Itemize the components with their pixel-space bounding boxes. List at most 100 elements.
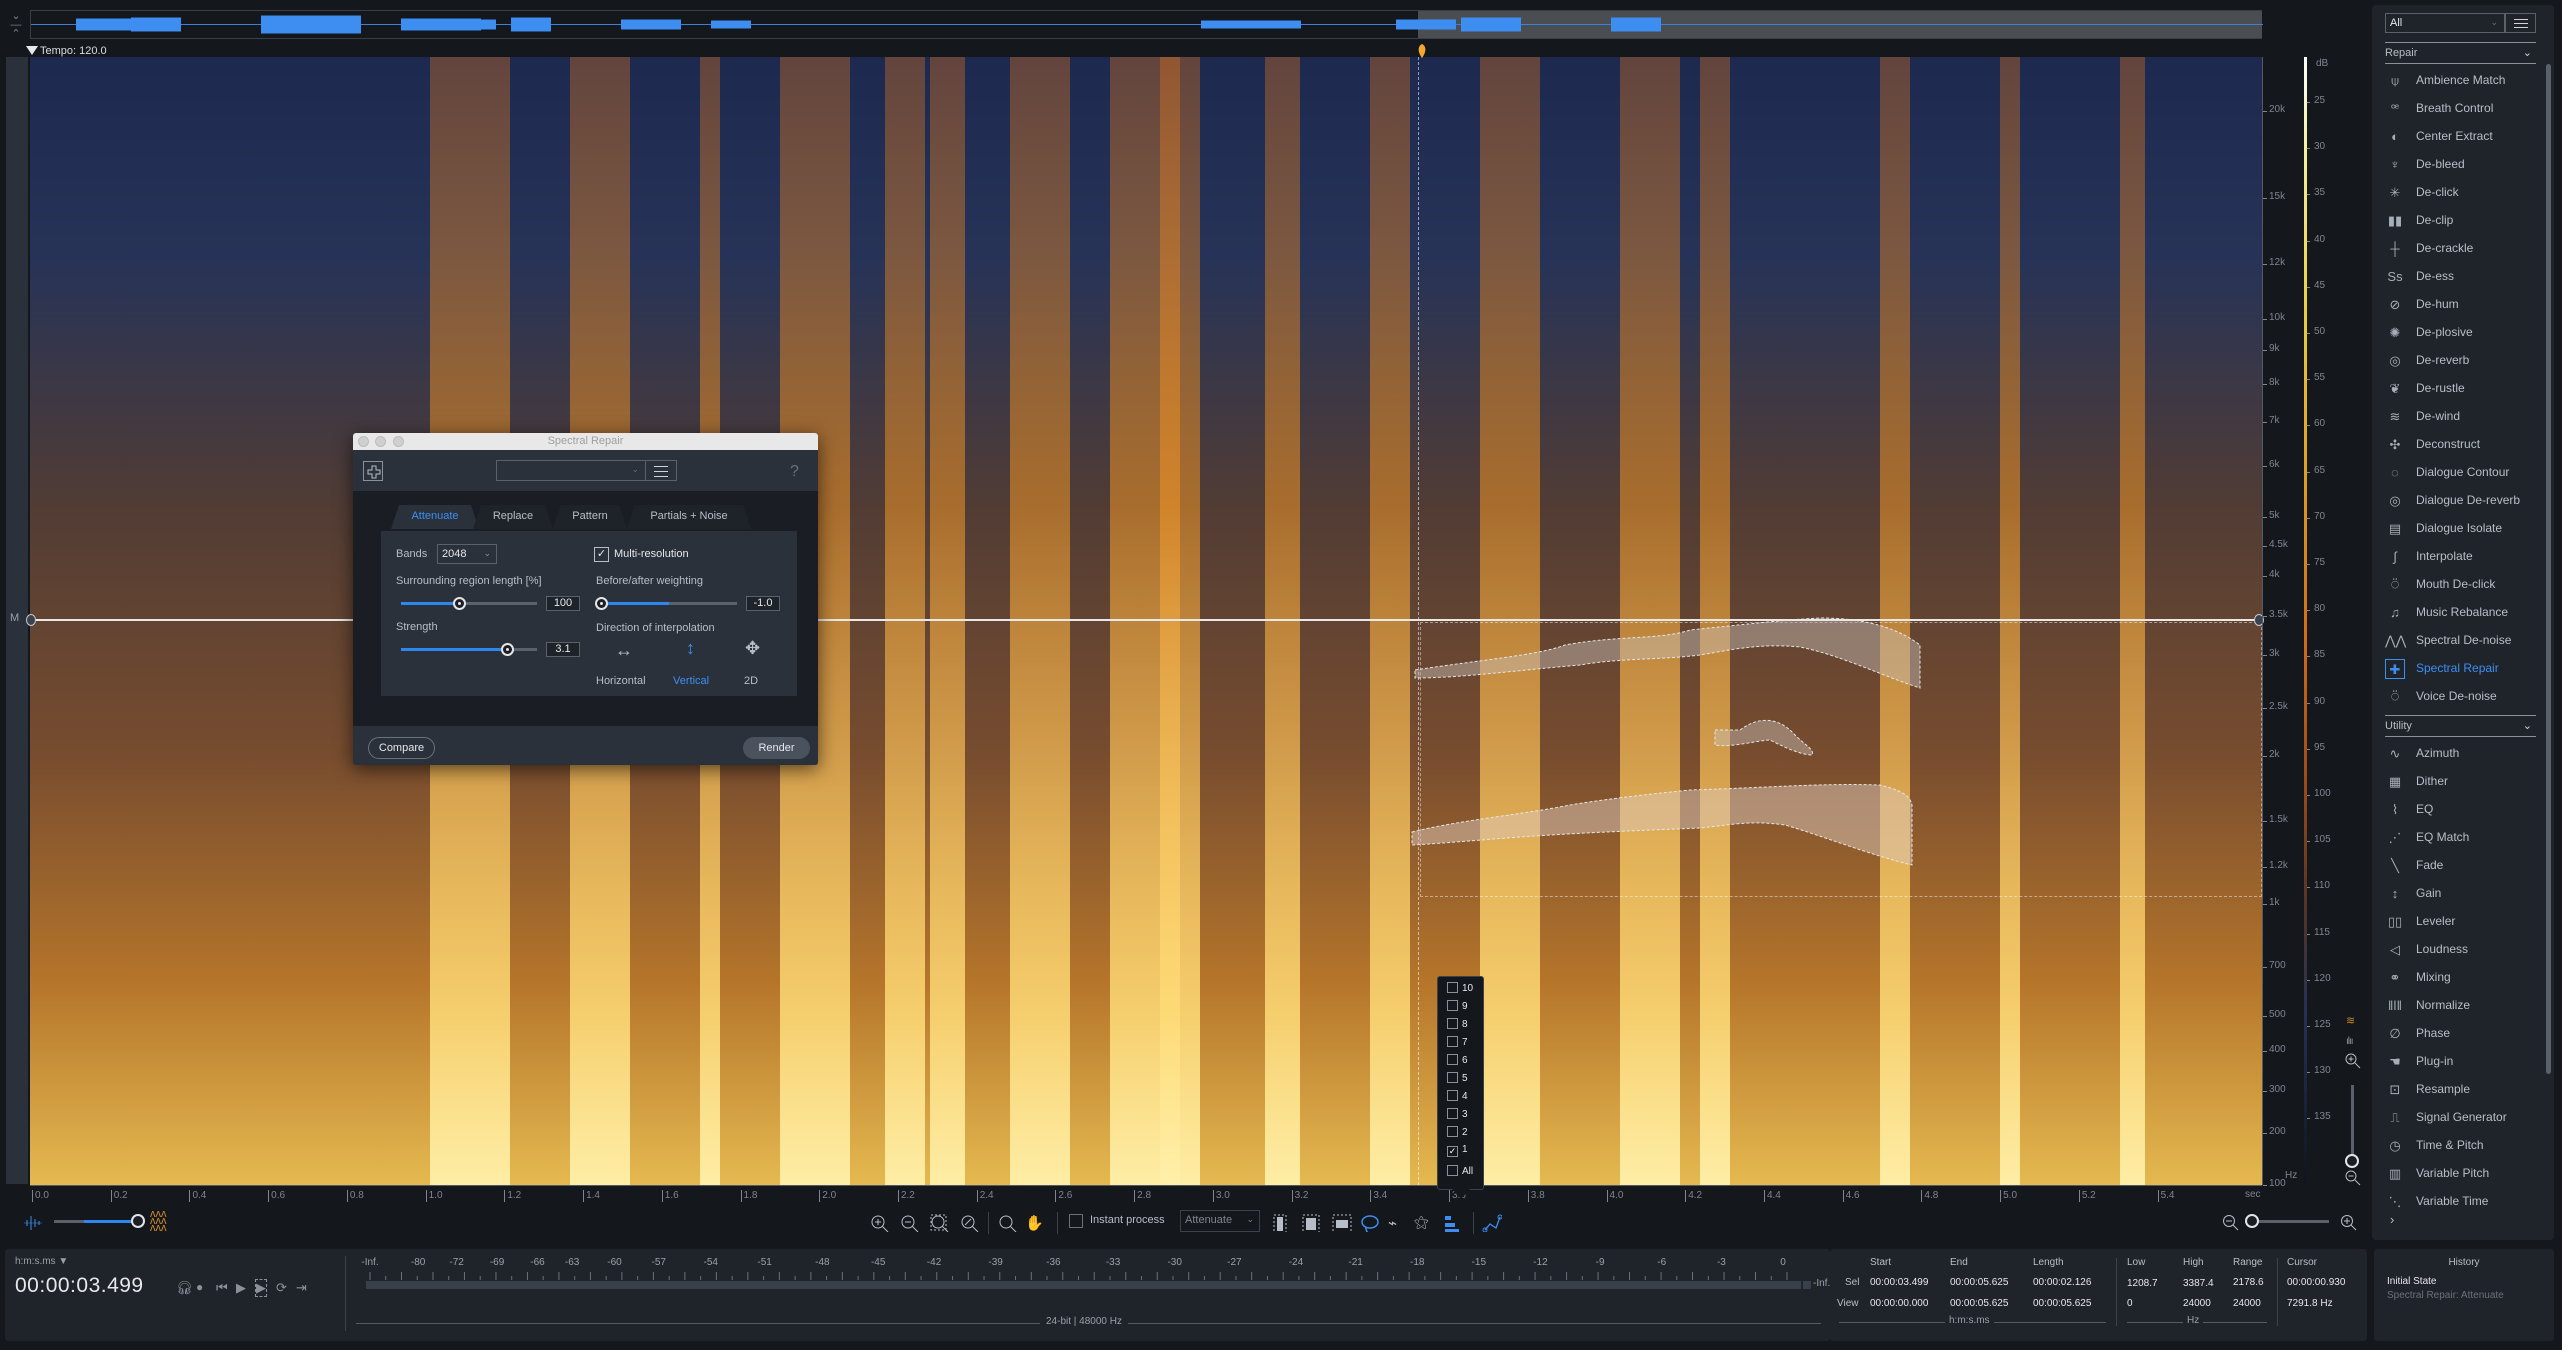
dialog-titlebar[interactable]: Spectral Repair bbox=[353, 433, 818, 450]
tab-replace[interactable]: Replace bbox=[473, 505, 553, 529]
sel-length[interactable]: 00:00:02.126 bbox=[2033, 1277, 2091, 1288]
sel-high[interactable]: 3387.4 bbox=[2183, 1278, 2214, 1289]
meter-peak-indicator[interactable] bbox=[1803, 1281, 1811, 1289]
module-item-de-plosive[interactable]: ✺ De-plosive bbox=[2385, 321, 2535, 345]
module-item-signal-generator[interactable]: ⎍ Signal Generator bbox=[2385, 1106, 2535, 1130]
module-item-eq-match[interactable]: ⋰ EQ Match bbox=[2385, 826, 2535, 850]
layer-checkbox[interactable] bbox=[1447, 1000, 1458, 1011]
magic-wand-icon[interactable]: ⚝ bbox=[1414, 1214, 1429, 1232]
module-item-eq[interactable]: ⌇ EQ bbox=[2385, 798, 2535, 822]
layer-selection-icon[interactable] bbox=[1443, 1214, 1461, 1232]
layer-option[interactable]: ✓ 1 bbox=[1447, 1144, 1468, 1158]
layer-option[interactable]: 5 bbox=[1447, 1072, 1468, 1086]
waveform-amplitude-icon[interactable] bbox=[24, 1214, 42, 1232]
frequency-selection-tool-icon[interactable] bbox=[1332, 1214, 1352, 1232]
tab-pattern[interactable]: Pattern bbox=[553, 505, 627, 529]
sel-end[interactable]: 00:00:05.625 bbox=[1950, 1277, 2008, 1288]
module-item-dialogue-contour[interactable]: ◌ Dialogue Contour bbox=[2385, 461, 2535, 485]
frequency-marker-handle-left[interactable] bbox=[26, 614, 36, 626]
module-item-de-clip[interactable]: ▮▮ De-clip bbox=[2385, 209, 2535, 233]
layer-option[interactable]: 8 bbox=[1447, 1018, 1468, 1032]
layer-option[interactable]: 2 bbox=[1447, 1126, 1468, 1140]
blend-slider-knob[interactable] bbox=[131, 1214, 145, 1228]
module-item-de-rustle[interactable]: ❦ De-rustle bbox=[2385, 377, 2535, 401]
compare-button[interactable]: Compare bbox=[368, 737, 435, 759]
go-to-start-button[interactable]: ⏮︎ bbox=[216, 1280, 228, 1296]
horizontal-arrow-icon[interactable]: ↔ bbox=[615, 640, 633, 661]
help-button[interactable]: ? bbox=[790, 463, 799, 481]
module-item-spectral-repair[interactable]: ✚ Spectral Repair bbox=[2385, 657, 2535, 681]
layer-option[interactable]: 10 bbox=[1447, 982, 1473, 996]
time-zoom-in-icon[interactable] bbox=[2340, 1214, 2358, 1232]
collapse-expand-icon[interactable]: ⌄ — ⌃ bbox=[8, 11, 24, 40]
before-after-weighting-value[interactable]: -1.0 bbox=[746, 596, 780, 611]
module-item-leveler[interactable]: ▯▯ Leveler bbox=[2385, 910, 2535, 934]
view-start[interactable]: 00:00:00.000 bbox=[1870, 1298, 1928, 1309]
module-filter-select[interactable]: All ⌄ bbox=[2385, 13, 2505, 33]
loop-button[interactable]: ⟳ bbox=[276, 1280, 287, 1296]
preset-menu-button[interactable] bbox=[646, 460, 677, 481]
layer-checkbox[interactable]: ✓ bbox=[1447, 1146, 1458, 1157]
module-item-time-pitch[interactable]: ◷ Time & Pitch bbox=[2385, 1134, 2535, 1158]
tab-partials-noise[interactable]: Partials + Noise bbox=[627, 505, 751, 529]
strength-value[interactable]: 3.1 bbox=[546, 642, 580, 657]
play-selection-button[interactable]: ▶︎ bbox=[255, 1279, 267, 1297]
layer-checkbox[interactable] bbox=[1447, 1072, 1458, 1083]
vertical-zoom-out-icon[interactable] bbox=[2345, 1170, 2361, 1186]
layer-option[interactable]: 3 bbox=[1447, 1108, 1468, 1122]
section-header-repair[interactable]: Repair ⌄ bbox=[2385, 42, 2536, 64]
brush-tool-icon[interactable]: ⌁ bbox=[1388, 1214, 1397, 1232]
module-item-de-wind[interactable]: ≋ De-wind bbox=[2385, 405, 2535, 429]
module-item-music-rebalance[interactable]: ♫ Music Rebalance bbox=[2385, 601, 2535, 625]
module-item-plug-in[interactable]: ☚ Plug-in bbox=[2385, 1050, 2535, 1074]
module-item-ambience-match[interactable]: ⍦ Ambience Match bbox=[2385, 69, 2535, 93]
multi-resolution-checkbox[interactable]: ✓ bbox=[594, 547, 609, 562]
module-item-azimuth[interactable]: ∿ Azimuth bbox=[2385, 742, 2535, 766]
time-zoom-out-icon[interactable] bbox=[2222, 1214, 2240, 1232]
module-item-dither[interactable]: ▦ Dither bbox=[2385, 770, 2535, 794]
zoom-out-icon[interactable] bbox=[900, 1214, 920, 1232]
module-item-resample[interactable]: ⊡ Resample bbox=[2385, 1078, 2535, 1102]
layer-option[interactable]: 6 bbox=[1447, 1054, 1468, 1068]
module-item-phase[interactable]: ∅ Phase bbox=[2385, 1022, 2535, 1046]
section-header-utility[interactable]: Utility ⌄ bbox=[2385, 715, 2536, 737]
view-end[interactable]: 00:00:05.625 bbox=[1950, 1298, 2008, 1309]
module-item-dialogue-de-reverb[interactable]: ◎ Dialogue De-reverb bbox=[2385, 489, 2535, 513]
strength-slider-knob[interactable] bbox=[501, 643, 515, 656]
vertical-arrow-icon[interactable]: ↕ bbox=[686, 638, 695, 659]
harmonic-selection-icon[interactable] bbox=[1482, 1214, 1502, 1232]
zoom-in-icon[interactable] bbox=[870, 1214, 890, 1232]
module-item-mixing[interactable]: ⚭ Mixing bbox=[2385, 966, 2535, 990]
2d-arrows-icon[interactable]: ✥ bbox=[745, 638, 760, 659]
history-item[interactable]: Spectral Repair: Attenuate bbox=[2387, 1290, 2504, 1301]
module-item-de-click[interactable]: ✳ De-click bbox=[2385, 181, 2535, 205]
module-item-dialogue-isolate[interactable]: ▤ Dialogue Isolate bbox=[2385, 517, 2535, 541]
zoom-fit-icon[interactable] bbox=[960, 1214, 980, 1232]
layer-checkbox[interactable] bbox=[1447, 1018, 1458, 1029]
module-item-variable-time[interactable]: ⋱ Variable Time bbox=[2385, 1190, 2535, 1214]
view-high[interactable]: 24000 bbox=[2183, 1298, 2211, 1309]
time-format-select[interactable]: h:m:s.ms ▼ bbox=[15, 1256, 68, 1267]
playhead-marker[interactable] bbox=[1417, 44, 1427, 58]
layer-option[interactable]: 4 bbox=[1447, 1090, 1468, 1104]
vertical-zoom-knob[interactable] bbox=[2345, 1154, 2359, 1168]
layer-checkbox[interactable] bbox=[1447, 1036, 1458, 1047]
before-after-weighting-slider-knob[interactable] bbox=[595, 597, 608, 610]
module-item-deconstruct[interactable]: ✣ Deconstruct bbox=[2385, 433, 2535, 457]
time-frequency-selection-tool-icon[interactable] bbox=[1302, 1214, 1320, 1232]
sel-range[interactable]: 2178.6 bbox=[2233, 1277, 2264, 1288]
time-axis[interactable]: 0.0 0.2 0.4 0.6 0.8 1.0 1.2 1.4 1.6 1.8 2.0 2.2 2.4 2… bbox=[30, 1185, 2262, 1205]
sel-start[interactable]: 00:00:03.499 bbox=[1870, 1277, 1928, 1288]
chevron-right-icon[interactable]: › bbox=[2390, 1212, 2394, 1227]
lasso-selections[interactable] bbox=[1400, 600, 2280, 900]
surrounding-region-value[interactable]: 100 bbox=[546, 596, 580, 611]
module-item-gain[interactable]: ↕ Gain bbox=[2385, 882, 2535, 906]
zoom-tool-icon[interactable] bbox=[998, 1214, 1018, 1232]
module-item-de-hum[interactable]: ⊘ De-hum bbox=[2385, 293, 2535, 317]
spectrogram-icon[interactable]: ʌʌʌ ʌʌʌ ʌʌʌ bbox=[150, 1209, 167, 1234]
lasso-tool-icon[interactable] bbox=[1360, 1214, 1380, 1232]
module-item-interpolate[interactable]: ∫ Interpolate bbox=[2385, 545, 2535, 569]
module-item-mouth-de-click[interactable]: ⍥ Mouth De-click bbox=[2385, 573, 2535, 597]
layer-checkbox[interactable] bbox=[1447, 1126, 1458, 1137]
layer-checkbox[interactable] bbox=[1447, 982, 1458, 993]
